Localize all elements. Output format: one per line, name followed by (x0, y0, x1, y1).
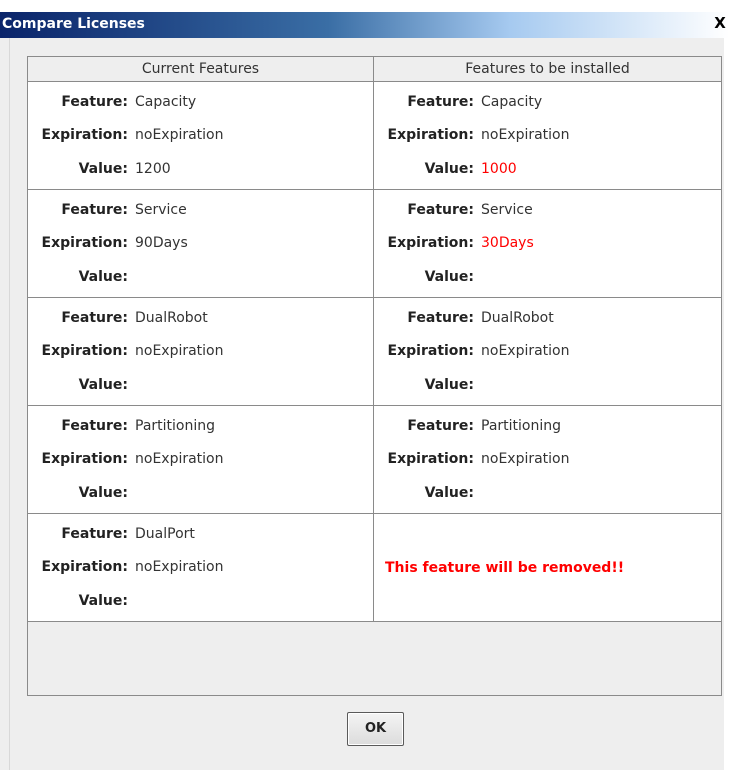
expiration-value: noExpiration (481, 127, 570, 143)
expiration-value: noExpiration (481, 451, 570, 467)
window-left-edge (0, 38, 10, 770)
feature-label: Feature: (61, 526, 128, 542)
feature-label: Feature: (407, 418, 474, 434)
value-label: Value: (424, 485, 474, 501)
install-feature-cell: Feature: Service Expiration: 30Days Value: (374, 190, 721, 298)
expiration-value: noExpiration (135, 127, 224, 143)
feature-label: Feature: (407, 202, 474, 218)
value-label: Value: (78, 593, 128, 609)
header-current-features: Current Features (28, 57, 374, 82)
expiration-value: noExpiration (135, 559, 224, 575)
expiration-label: Expiration: (387, 343, 474, 359)
expiration-label: Expiration: (387, 127, 474, 143)
window-right-edge (724, 38, 729, 770)
compare-licenses-dialog: Compare Licenses X Current Features Feat… (0, 0, 729, 770)
value-label: Value: (424, 269, 474, 285)
value-label: Value: (78, 269, 128, 285)
current-feature-cell: Feature: DualRobot Expiration: noExpiratio… (28, 298, 374, 406)
expiration-label: Expiration: (387, 451, 474, 467)
value-value: 1200 (135, 161, 171, 177)
feature-name: Service (135, 202, 187, 218)
expiration-value-changed: 30Days (481, 235, 534, 251)
feature-label: Feature: (61, 202, 128, 218)
expiration-label: Expiration: (41, 343, 128, 359)
expiration-label: Expiration: (41, 235, 128, 251)
title-bar: Compare Licenses X (0, 0, 729, 38)
feature-name: DualRobot (135, 310, 208, 326)
value-label: Value: (78, 377, 128, 393)
window-title: Compare Licenses (2, 16, 145, 32)
expiration-value: noExpiration (481, 343, 570, 359)
install-feature-cell: Feature: DualRobot Expiration: noExpiratio… (374, 298, 721, 406)
expiration-label: Expiration: (387, 235, 474, 251)
install-feature-cell: Feature: Partitioning Expiration: noExpira… (374, 406, 721, 514)
expiration-value: 90Days (135, 235, 188, 251)
expiration-value: noExpiration (135, 451, 224, 467)
value-label: Value: (78, 485, 128, 501)
feature-name: DualPort (135, 526, 195, 542)
value-label: Value: (424, 161, 474, 177)
feature-name: DualRobot (481, 310, 554, 326)
current-feature-cell: Feature: Service Expiration: 90Days Value: (28, 190, 374, 298)
ok-button[interactable]: OK (347, 712, 404, 746)
install-feature-cell-removed: This feature will be removed!! (374, 514, 721, 622)
license-comparison-panel: Current Features Features to be installe… (27, 56, 722, 696)
close-icon[interactable]: X (712, 14, 728, 32)
header-features-to-install: Features to be installed (374, 57, 721, 82)
value-label: Value: (78, 161, 128, 177)
feature-label: Feature: (61, 418, 128, 434)
feature-label: Feature: (61, 94, 128, 110)
expiration-value: noExpiration (135, 343, 224, 359)
feature-label: Feature: (61, 310, 128, 326)
feature-name: Service (481, 202, 533, 218)
feature-name: Capacity (481, 94, 543, 110)
feature-label: Feature: (407, 94, 474, 110)
feature-name: Capacity (135, 94, 197, 110)
expiration-label: Expiration: (41, 127, 128, 143)
install-feature-cell: Feature: Capacity Expiration: noExpiration… (374, 82, 721, 190)
value-label: Value: (424, 377, 474, 393)
expiration-label: Expiration: (41, 451, 128, 467)
current-feature-cell: Feature: Capacity Expiration: noExpiration… (28, 82, 374, 190)
expiration-label: Expiration: (41, 559, 128, 575)
feature-removed-message: This feature will be removed!! (385, 560, 625, 576)
value-value-changed: 1000 (481, 161, 517, 177)
feature-name: Partitioning (481, 418, 561, 434)
feature-name: Partitioning (135, 418, 215, 434)
current-feature-cell: Feature: Partitioning Expiration: noExpira… (28, 406, 374, 514)
current-feature-cell: Feature: DualPort Expiration: noExpiration… (28, 514, 374, 622)
feature-label: Feature: (407, 310, 474, 326)
